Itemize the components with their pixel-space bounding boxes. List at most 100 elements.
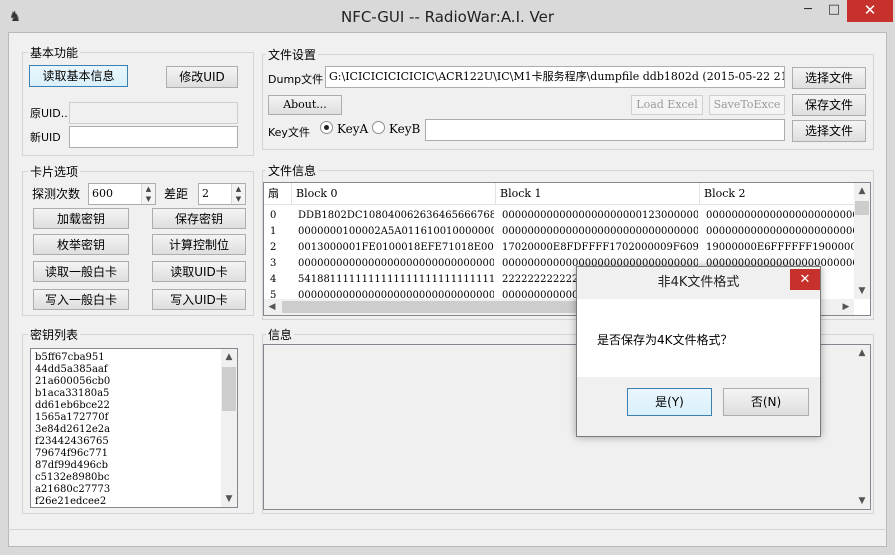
scroll-right-icon[interactable]: ▶ [838,299,854,315]
status-bar [8,529,887,547]
list-item[interactable]: 3e84d2612e2a [35,424,110,436]
info-scrollbar[interactable]: ▲ ▼ [854,345,870,509]
list-item[interactable]: 21a600056cb0 [35,376,110,388]
file-settings-label: 文件设置 [266,46,319,63]
grid-cell[interactable]: 00000000000000000000000000 [704,224,854,240]
scroll-up-icon[interactable]: ▲ [221,349,237,365]
save-to-excel-button[interactable]: SaveToExce [709,95,785,115]
list-item[interactable]: a21680c27773 [35,484,110,496]
column-header-block-0[interactable]: Block 0 [292,183,496,205]
key-b-label: KeyB [389,122,421,136]
scroll-down-icon[interactable]: ▼ [854,283,870,299]
list-item[interactable]: dd61eb6bce22 [35,400,110,412]
grid-cell[interactable]: 4 [268,272,290,288]
select-key-file-button[interactable]: 选择文件 [792,120,866,142]
list-item[interactable]: 79674f96c771 [35,448,108,460]
key-file-path[interactable] [425,119,785,141]
load-keys-button[interactable]: 加载密钥 [33,208,129,229]
grid-cell[interactable]: 00000000000000000000001230000000 [500,208,698,224]
load-excel-button[interactable]: Load Excel [631,95,703,115]
read-uid-card-button[interactable]: 读取UID卡 [152,261,246,282]
dialog-title: 非4K文件格式 [577,267,820,299]
file-info-label: 文件信息 [266,162,319,179]
save-keys-button[interactable]: 保存密钥 [152,208,246,229]
about-button[interactable]: About... [268,95,342,115]
scroll-down-icon[interactable]: ▼ [221,491,237,507]
scroll-up-icon[interactable]: ▲ [854,183,870,199]
dialog-message: 是否保存为4K文件格式？ [597,333,733,347]
grid-cell[interactable]: 3 [268,256,290,272]
key-list[interactable]: b5ff67cba951 44dd5a385aaf 21a600056cb0 b… [30,348,238,508]
probe-count-stepper[interactable]: 600 ▲ ▼ [88,183,156,205]
write-uid-card-button[interactable]: 写入UID卡 [152,289,246,310]
grid-cell[interactable]: 54188111111111111111111111111111 [296,272,494,288]
close-button[interactable]: ✕ [847,0,893,22]
gap-value: 2 [202,187,209,200]
info-label: 信息 [266,326,295,343]
list-item[interactable]: c5132e8980bc [35,472,109,484]
grid-cell[interactable]: 0000000100002A5A0116100100000000 [296,224,494,240]
minimize-button[interactable]: ─ [795,0,821,22]
spin-up-icon[interactable]: ▲ [142,184,155,194]
grid-cell[interactable]: 0 [268,208,290,224]
grid-cell[interactable]: 2 [268,240,290,256]
scroll-thumb[interactable] [855,201,869,215]
list-item[interactable]: 1565a172770f [35,412,108,424]
column-header-sector[interactable]: 扇 [264,183,292,205]
read-normal-card-button[interactable]: 读取一般白卡 [33,261,129,282]
enumerate-keys-button[interactable]: 枚举密钥 [33,234,129,255]
key-list-scrollbar[interactable]: ▲ ▼ [221,349,237,507]
spin-down-icon[interactable]: ▼ [142,194,155,204]
new-uid-label: 新UID [30,131,61,144]
select-dump-file-button[interactable]: 选择文件 [792,67,866,89]
spin-down-icon[interactable]: ▼ [232,194,245,204]
key-file-label: Key文件 [268,126,310,139]
scroll-up-icon[interactable]: ▲ [854,345,870,361]
grid-cell[interactable]: 00000000000000000000000000000000 [296,256,494,272]
dialog-yes-button[interactable]: 是(Y) [627,388,712,416]
grid-cell[interactable]: 0013000001FE0100018EFE71018E0062 [296,240,494,256]
key-a-radio[interactable] [320,121,333,134]
grid-cell[interactable]: 19000000E6FFFFFF19000000 [704,240,854,256]
read-basic-info-button[interactable]: 读取基本信息 [29,65,128,87]
grid-cell[interactable]: 00000000000000000000000000 [704,208,854,224]
key-b-radio[interactable] [372,121,385,134]
dialog-no-button[interactable]: 否(N) [723,388,809,416]
list-item[interactable]: 44dd5a385aaf [35,364,108,376]
spin-up-icon[interactable]: ▲ [232,184,245,194]
gap-stepper[interactable]: 2 ▲ ▼ [198,183,246,205]
save-format-dialog: 非4K文件格式 ✕ 是否保存为4K文件格式？ 是(Y) 否(N) [576,266,821,437]
original-uid-field [69,102,238,124]
column-header-block-2[interactable]: Block 2 [700,183,856,205]
scroll-down-icon[interactable]: ▼ [854,493,870,509]
grid-cell[interactable]: 1 [268,224,290,240]
dialog-close-button[interactable]: ✕ [790,269,820,290]
column-header-block-1[interactable]: Block 1 [496,183,700,205]
original-uid-label: 原UID... [30,107,72,120]
grid-cell[interactable]: 00000000000000000000000000000000 [500,224,698,240]
basic-functions-label: 基本功能 [28,44,81,61]
list-item[interactable]: b1aca33180a5 [35,388,109,400]
new-uid-field[interactable] [69,126,238,148]
key-list-label: 密钥列表 [28,326,81,343]
window-title: NFC-GUI -- RadioWar:A.I. Ver [340,8,555,26]
grid-cell[interactable]: 17020000E8FDFFFF1702000009F609F6 [500,240,698,256]
write-normal-card-button[interactable]: 写入一般白卡 [33,289,129,310]
list-item[interactable]: 87df99d496cb [35,460,108,472]
probe-count-value: 600 [92,187,113,200]
modify-uid-button[interactable]: 修改UID [166,66,238,88]
list-item[interactable]: f26e21edcee2 [35,496,106,508]
scroll-thumb[interactable] [222,367,236,411]
compute-access-bits-button[interactable]: 计算控制位 [152,234,246,255]
list-item[interactable]: f23442436765 [35,436,109,448]
scroll-left-icon[interactable]: ◀ [264,299,280,315]
grid-cell[interactable]: DDB1802DC108040062636465666768 69 [296,208,494,224]
grid-vertical-scrollbar[interactable]: ▲ ▼ [854,183,870,299]
dump-file-path[interactable]: G:\ICICICICICICIC\ACR122U\IC\M1卡服务程序\dum… [325,66,785,88]
list-item[interactable]: b5ff67cba951 [35,352,105,364]
save-file-button[interactable]: 保存文件 [792,94,866,116]
maximize-button[interactable]: □ [821,0,847,22]
dialog-footer: 是(Y) 否(N) [577,377,820,436]
gap-label: 差距 [164,187,189,201]
scroll-thumb[interactable] [282,301,582,313]
